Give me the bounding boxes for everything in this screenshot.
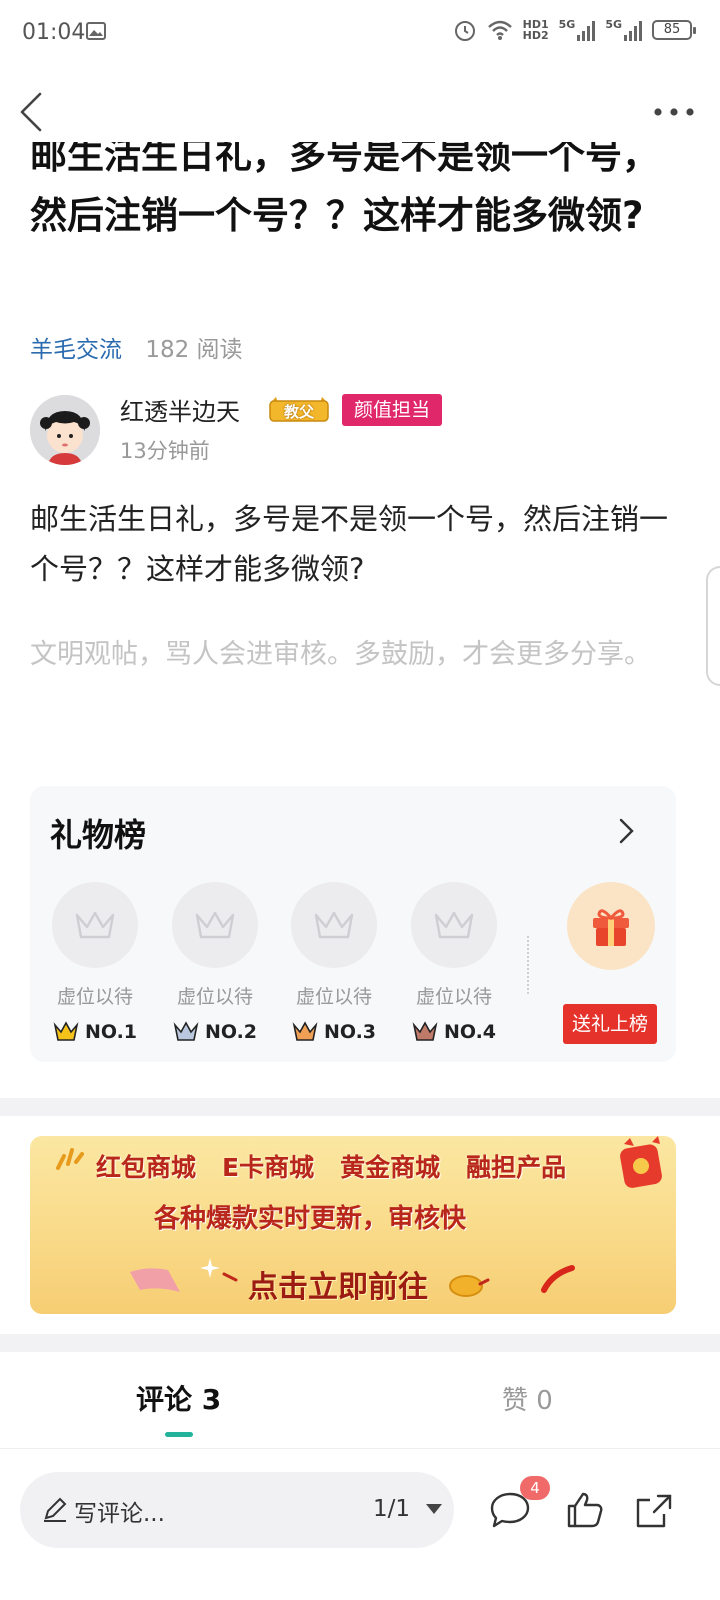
post-content: 邮生活生日礼，多号是不是领一个号，然后注销一个号？？这样才能多微领?	[30, 502, 669, 586]
godfather-badge: 教父	[266, 395, 332, 425]
tab-comments[interactable]: 评论 3	[136, 1378, 221, 1418]
ribbon-icon-2	[541, 1265, 575, 1293]
battery-indicator: 85	[652, 20, 696, 40]
gift-slot-3[interactable]: 虚位以待 NO.3	[289, 882, 379, 1043]
comment-count-badge: 4	[520, 1476, 550, 1500]
sparkle-icon	[56, 1148, 84, 1170]
godfather-badge-label: 教父	[283, 403, 314, 421]
post-title: 邮生活生日礼，多号是不是领一个号，然后注销一个号？？这样才能多微领?	[30, 142, 659, 237]
red-envelope-mascot-icon	[620, 1136, 662, 1188]
divider	[0, 1448, 720, 1449]
coin-icon	[449, 1275, 490, 1297]
status-bar: 01:04 HD1 HD2 5G 5G 85	[0, 0, 720, 66]
slot-rank: NO.4	[409, 1021, 499, 1043]
category-link[interactable]: 羊毛交流	[30, 337, 122, 363]
post-detail-screen: 01:04 HD1 HD2 5G 5G 85 邮生活生日礼，多号是不是领一个号，…	[0, 0, 720, 1600]
send-gift-button[interactable]: 送礼上榜	[563, 1004, 657, 1044]
crown-icon	[52, 882, 138, 968]
slot-rank: NO.3	[289, 1021, 379, 1043]
status-icons: HD1 HD2 5G 5G 85	[453, 18, 696, 42]
active-tab-indicator	[165, 1432, 193, 1437]
crown-icon	[173, 1021, 199, 1041]
promo-banner[interactable]: 红包商城 E卡商城 黄金商城 融担产品 各种爆款实时更新，审核快 点击立即前往	[30, 1136, 676, 1314]
pen-icon	[44, 1497, 67, 1522]
post-meta: 羊毛交流 182 阅读	[30, 330, 243, 364]
slot-rank: NO.1	[50, 1021, 140, 1043]
back-icon[interactable]	[14, 90, 54, 134]
hd-indicator: HD1 HD2	[522, 18, 549, 42]
gift-icon[interactable]	[567, 882, 655, 970]
banner-subtitle: 各种爆款实时更新，审核快	[154, 1204, 467, 1234]
crown-icon	[411, 882, 497, 968]
chevron-right-icon[interactable]	[616, 816, 636, 846]
crown-icon	[172, 882, 258, 968]
slot-label: 虚位以待	[176, 986, 253, 1008]
more-icon[interactable]	[652, 98, 696, 126]
ribbon-icon	[130, 1268, 180, 1292]
wifi-icon	[487, 20, 512, 40]
avatar[interactable]	[30, 395, 100, 465]
section-divider	[0, 1098, 720, 1116]
post-time: 13分钟前	[120, 439, 210, 463]
crown-icon	[292, 1021, 318, 1041]
alarm-icon	[454, 21, 475, 41]
signal-1: 5G	[559, 19, 596, 41]
gift-slot-2[interactable]: 虚位以待 NO.2	[170, 882, 260, 1043]
tab-likes[interactable]: 赞 0	[502, 1380, 553, 1417]
banner-cta: 点击立即前往	[248, 1270, 428, 1305]
page-indicator[interactable]: 1/1	[373, 1496, 410, 1522]
title-badge: 颜值担当	[342, 394, 443, 426]
gift-board: 礼物榜 虚位以待 NO.1 虚位以待 NO.2 虚位以待 NO.3 虚位以待 N…	[30, 786, 676, 1062]
author-name[interactable]: 红透半边天	[120, 392, 240, 427]
crown-icon	[53, 1021, 79, 1041]
chevron-down-icon[interactable]	[426, 1504, 442, 1514]
gift-board-title: 礼物榜	[50, 816, 147, 854]
gallery-icon	[86, 22, 106, 40]
post-title-container: 邮生活生日礼，多号是不是领一个号，然后注销一个号？？这样才能多微领?	[30, 142, 690, 298]
gift-slot-4[interactable]: 虚位以待 NO.4	[409, 882, 499, 1043]
crown-icon	[412, 1021, 438, 1041]
comment-placeholder: 写评论...	[74, 1501, 165, 1527]
side-drawer-handle[interactable]	[706, 566, 720, 686]
section-divider	[0, 1334, 720, 1352]
comment-input[interactable]: 写评论... 1/1	[20, 1472, 454, 1548]
slot-label: 虚位以待	[415, 986, 492, 1008]
share-icon[interactable]	[632, 1490, 676, 1530]
divider	[527, 936, 529, 994]
signal-2: 5G	[605, 19, 642, 41]
slot-label: 虚位以待	[56, 986, 133, 1008]
status-time: 01:04	[22, 20, 86, 45]
slot-rank: NO.2	[170, 1021, 260, 1043]
crown-icon	[291, 882, 377, 968]
gift-slot-1[interactable]: 虚位以待 NO.1	[50, 882, 140, 1043]
read-count: 182 阅读	[145, 337, 243, 363]
star-icon	[200, 1258, 238, 1282]
slot-label: 虚位以待	[295, 986, 372, 1008]
community-hint: 文明观帖，骂人会进审核。多鼓励，才会更多分享。	[30, 639, 651, 670]
thumbs-up-icon[interactable]	[563, 1490, 607, 1530]
banner-categories: 红包商城 E卡商城 黄金商城 融担产品	[96, 1153, 567, 1182]
